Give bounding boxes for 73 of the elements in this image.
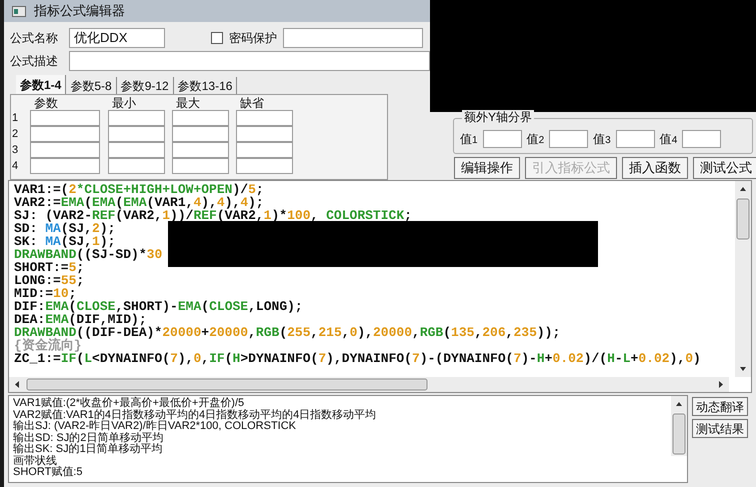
field-label: 值2 bbox=[526, 130, 544, 148]
param-field[interactable] bbox=[172, 142, 229, 158]
code-line: SD: MA(SJ,2); bbox=[14, 222, 116, 235]
value-field[interactable] bbox=[482, 130, 522, 148]
window-title: 指标公式编辑器 bbox=[34, 2, 125, 20]
checkbox[interactable] bbox=[211, 32, 223, 44]
field-label: 值3 bbox=[593, 130, 611, 148]
output-line: VAR1赋值:(2*收盘价+最高价+最低价+开盘价)/5 bbox=[13, 398, 244, 409]
output-line: SHORT赋值:5 bbox=[13, 467, 82, 478]
code-line: MID:=10; bbox=[14, 287, 76, 300]
row-number: 3 bbox=[12, 143, 20, 158]
code-line: LONG:=55; bbox=[14, 274, 84, 287]
param-field[interactable] bbox=[108, 158, 165, 174]
toolbar-button[interactable]: 测试公式 bbox=[693, 157, 756, 179]
name-field[interactable]: 优化DDX bbox=[69, 28, 165, 48]
param-field[interactable] bbox=[236, 158, 293, 174]
code-line: DRAWBAND((SJ-SD)*30 bbox=[14, 248, 162, 261]
field-label: 值4 bbox=[660, 130, 678, 148]
window-icon bbox=[12, 6, 26, 16]
param-field[interactable] bbox=[30, 142, 100, 158]
column-header: 参数 bbox=[33, 96, 59, 110]
password-field[interactable] bbox=[283, 28, 423, 48]
code-line: ZC_1:=IF(L<DYNAINFO(7),0,IF(H>DYNAINFO(7),DYNAINFO(7)-(DYNAINFO(7)-H+0.02)/(H-L+0.02),0) bbox=[14, 352, 701, 365]
row-number: 1 bbox=[12, 111, 20, 126]
param-field[interactable] bbox=[172, 126, 229, 142]
value-field[interactable] bbox=[616, 130, 655, 148]
code-line: DRAWBAND((DIF-DEA)*20000+20000,RGB(255,215,0),20000,RGB(135,206,235)); bbox=[14, 326, 560, 339]
field-label: 值1 bbox=[460, 130, 478, 148]
output-line: 输出SK: SJ的1日简单移动平均 bbox=[13, 444, 163, 455]
side-button[interactable]: 测试结果 bbox=[692, 419, 748, 438]
code-line: DIF:EMA(CLOSE,SHORT)-EMA(CLOSE,LONG); bbox=[14, 300, 303, 313]
output-line: 画带状线 bbox=[13, 456, 57, 466]
param-field[interactable] bbox=[236, 126, 293, 142]
code-line: DEA:EMA(DIF,MID); bbox=[14, 313, 147, 326]
checkbox-label: 密码保护 bbox=[229, 30, 277, 47]
field-label: 公式名称 bbox=[10, 30, 59, 47]
field-label: 公式描述 bbox=[10, 53, 59, 70]
output-line: 输出SD: SJ的2日简单移动平均 bbox=[13, 432, 164, 444]
code-line: SK: MA(SJ,1); bbox=[14, 235, 116, 248]
code-line: VAR2:=EMA(EMA(EMA(VAR1,4),4),4); bbox=[14, 196, 264, 209]
param-field[interactable] bbox=[30, 158, 100, 174]
param-field[interactable] bbox=[108, 126, 165, 142]
horizontal-scrollbar-icon[interactable] bbox=[9, 377, 729, 392]
toolbar-button[interactable]: 编辑操作 bbox=[454, 157, 520, 179]
param-field[interactable] bbox=[172, 158, 229, 174]
param-field[interactable] bbox=[236, 110, 293, 126]
description-field[interactable] bbox=[68, 51, 430, 71]
code-line: SJ: (VAR2-REF(VAR2,1))/REF(VAR2,1)*100, COLORSTICK; bbox=[14, 209, 412, 222]
param-field[interactable] bbox=[236, 142, 293, 158]
toolbar-button[interactable]: 插入函数 bbox=[622, 157, 688, 179]
column-header: 缺省 bbox=[239, 96, 265, 110]
param-field[interactable] bbox=[172, 110, 229, 126]
column-header: 最小 bbox=[111, 96, 137, 110]
value-field[interactable] bbox=[549, 130, 588, 148]
output-line: VAR2赋值:VAR1的4日指数移动平均的4日指数移动平均的4日指数移动平均 bbox=[13, 410, 376, 420]
value-field[interactable] bbox=[682, 130, 722, 148]
code-line: VAR1:=(2*CLOSE+HIGH+LOW+OPEN)/5; bbox=[14, 183, 264, 196]
code-editor[interactable] bbox=[8, 180, 752, 393]
param-field[interactable] bbox=[108, 110, 165, 126]
param-field[interactable] bbox=[108, 142, 165, 158]
vertical-scrollbar-icon[interactable] bbox=[735, 181, 751, 377]
output-line: 输出SJ: (VAR2-昨日VAR2)/昨日VAR2*100, COLORSTICK bbox=[13, 421, 296, 432]
column-header: 最大 bbox=[175, 96, 201, 110]
group-title: 额外Y轴分界 bbox=[462, 110, 534, 124]
code-line: SHORT:=5; bbox=[14, 261, 84, 274]
row-number: 2 bbox=[12, 127, 20, 142]
tab[interactable]: 参数1-4 bbox=[16, 75, 66, 94]
param-field[interactable] bbox=[30, 126, 100, 142]
side-button[interactable]: 动态翻译 bbox=[692, 397, 748, 416]
code-line: {资金流向} bbox=[14, 339, 82, 352]
vertical-scrollbar-icon[interactable] bbox=[671, 396, 687, 456]
row-number: 4 bbox=[12, 159, 20, 174]
param-field[interactable] bbox=[30, 110, 100, 126]
